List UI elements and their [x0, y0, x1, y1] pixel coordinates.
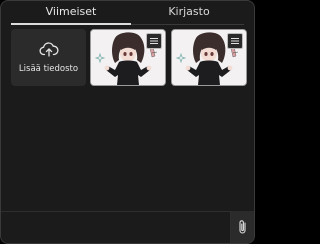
cloud-upload-icon — [39, 42, 59, 57]
image-menu-button[interactable] — [227, 33, 243, 49]
recent-image-tile[interactable] — [90, 29, 166, 86]
recent-image-tile[interactable] — [171, 29, 247, 86]
menu-icon — [231, 38, 239, 44]
menu-icon — [150, 38, 158, 44]
image-menu-button[interactable] — [146, 33, 162, 49]
tab-recent[interactable]: Viimeiset — [11, 5, 131, 25]
active-tab-indicator — [11, 23, 131, 25]
add-file-button[interactable]: Lisää tiedosto — [11, 29, 86, 86]
tab-bar: Viimeiset Kirjasto — [1, 1, 254, 25]
attachment-panel: Viimeiset Kirjasto Lisää tiedosto — [0, 0, 255, 244]
add-file-label: Lisää tiedosto — [18, 64, 79, 74]
attach-button[interactable] — [230, 211, 254, 243]
tab-divider — [131, 24, 244, 25]
tab-library[interactable]: Kirjasto — [134, 5, 244, 25]
paperclip-icon — [239, 220, 246, 234]
bottom-bar — [1, 211, 254, 243]
